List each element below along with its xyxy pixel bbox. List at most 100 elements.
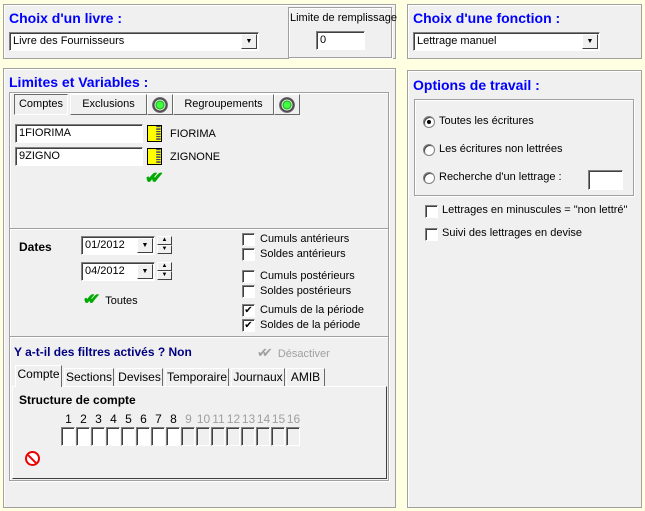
compte-from-name: FIORIMA bbox=[170, 128, 216, 140]
checkbox-5[interactable]: ✔ bbox=[242, 319, 255, 332]
fonction-select[interactable]: Lettrage manuel ▼ bbox=[413, 32, 600, 51]
checkbox-3[interactable] bbox=[242, 285, 255, 298]
structure-number: 6 bbox=[140, 412, 147, 426]
structure-segment-input bbox=[271, 427, 285, 446]
date-to-select[interactable]: 04/2012 ▼ bbox=[81, 262, 155, 281]
search-list-icon[interactable]: ≡ ≡ ≡ bbox=[147, 124, 162, 143]
checkbox-label[interactable]: Cumuls postérieurs bbox=[260, 270, 355, 282]
search-list-icon[interactable]: ≡ ≡ ≡ bbox=[147, 147, 162, 166]
option-checkbox-1[interactable] bbox=[425, 228, 438, 241]
checkbox-label[interactable]: Cumuls de la période bbox=[260, 304, 364, 316]
structure-number: 3 bbox=[95, 412, 102, 426]
structure-number: 14 bbox=[256, 412, 271, 426]
radio-label[interactable]: Recherche d'un lettrage : bbox=[439, 171, 562, 183]
structure-segment-input[interactable] bbox=[166, 427, 180, 446]
options-title: Options de travail : bbox=[413, 77, 540, 93]
radio-label[interactable]: Les écritures non lettrées bbox=[439, 143, 563, 155]
limite-label: Limite de remplissage bbox=[290, 12, 397, 24]
livre-panel: Choix d'un livre : Livre des Fournisseur… bbox=[3, 4, 397, 59]
limite-group: Limite de remplissage 0 bbox=[288, 7, 397, 58]
date-to-up[interactable]: ▲ bbox=[157, 262, 172, 271]
structure-segment-input[interactable] bbox=[76, 427, 90, 446]
checkbox-4[interactable]: ✔ bbox=[242, 304, 255, 317]
desactiver-button[interactable]: ✔✔ Désactiver bbox=[257, 345, 330, 361]
date-from-up[interactable]: ▲ bbox=[157, 236, 172, 245]
livre-select[interactable]: Livre des Fournisseurs ▼ bbox=[9, 32, 259, 51]
chevron-down-icon[interactable]: ▼ bbox=[582, 34, 598, 49]
structure-number: 10 bbox=[196, 412, 211, 426]
structure-number: 1 bbox=[65, 412, 72, 426]
structure-segment-input[interactable] bbox=[121, 427, 135, 446]
options-panel: Options de travail : bbox=[407, 70, 642, 508]
option-checkbox-0[interactable] bbox=[425, 205, 438, 218]
structure-segment-input bbox=[256, 427, 270, 446]
regroupements-status-button[interactable] bbox=[274, 94, 300, 115]
checkbox-0[interactable] bbox=[242, 233, 255, 246]
radio-1[interactable] bbox=[423, 144, 435, 156]
exclusions-status-button[interactable] bbox=[147, 94, 173, 115]
filter-tab-devises[interactable]: Devises bbox=[116, 368, 163, 386]
compte-to-input[interactable]: 9ZIGNO bbox=[15, 147, 143, 166]
structure-number: 4 bbox=[110, 412, 117, 426]
double-check-icon: ✔✔ bbox=[257, 345, 273, 360]
filter-tab-sections[interactable]: Sections bbox=[64, 368, 114, 386]
filter-tab-journaux[interactable]: Journaux bbox=[231, 368, 285, 386]
date-to-down[interactable]: ▼ bbox=[157, 271, 172, 280]
toutes-button[interactable]: ✔✔ Toutes bbox=[83, 290, 138, 308]
date-from-down[interactable]: ▼ bbox=[157, 245, 172, 254]
structure-number: 7 bbox=[155, 412, 162, 426]
structure-number: 2 bbox=[80, 412, 87, 426]
filter-tab-temporaire[interactable]: Temporaire bbox=[165, 368, 229, 386]
tab-comptes[interactable]: Comptes bbox=[14, 94, 68, 115]
checkbox-2[interactable] bbox=[242, 270, 255, 283]
checkbox-label[interactable]: Cumuls antérieurs bbox=[260, 233, 349, 245]
tab-exclusions-label: Exclusions bbox=[82, 98, 135, 110]
checkbox-label[interactable]: Soldes de la période bbox=[260, 319, 360, 331]
checkbox-label[interactable]: Soldes postérieurs bbox=[260, 285, 351, 297]
checkbox-label[interactable]: Soldes antérieurs bbox=[260, 248, 346, 260]
date-to-value: 04/2012 bbox=[85, 265, 125, 277]
structure-number: 13 bbox=[241, 412, 256, 426]
limite-input[interactable]: 0 bbox=[316, 31, 365, 50]
checkbox-1[interactable] bbox=[242, 248, 255, 261]
chevron-down-icon[interactable]: ▼ bbox=[137, 264, 153, 279]
double-check-icon: ✔✔ bbox=[83, 291, 100, 308]
structure-segment-input bbox=[226, 427, 240, 446]
structure-segment-input bbox=[196, 427, 210, 446]
structure-segment-input[interactable] bbox=[106, 427, 120, 446]
tab-regroupements[interactable]: Regroupements bbox=[173, 94, 274, 115]
compte-from-input[interactable]: 1FIORIMA bbox=[15, 124, 143, 143]
chevron-down-icon[interactable]: ▼ bbox=[241, 34, 257, 49]
filtres-status: Y a-t-il des filtres activés ? Non bbox=[14, 345, 192, 359]
structure-segment-input[interactable] bbox=[136, 427, 150, 446]
date-from-value: 01/2012 bbox=[85, 239, 125, 251]
chevron-down-icon[interactable]: ▼ bbox=[137, 238, 153, 253]
fonction-title: Choix d'une fonction : bbox=[413, 10, 561, 26]
structure-segment-input[interactable] bbox=[151, 427, 165, 446]
green-light-icon bbox=[152, 97, 168, 113]
radio-2[interactable] bbox=[423, 172, 435, 184]
livre-title: Choix d'un livre : bbox=[9, 10, 123, 26]
radio-0[interactable] bbox=[423, 116, 435, 128]
recherche-lettrage-input[interactable] bbox=[588, 170, 623, 190]
filter-tab-amib[interactable]: AMIB bbox=[286, 368, 325, 386]
structure-segment-input bbox=[241, 427, 255, 446]
structure-segment-input bbox=[211, 427, 225, 446]
livre-select-value: Livre des Fournisseurs bbox=[13, 35, 125, 47]
date-from-select[interactable]: 01/2012 ▼ bbox=[81, 236, 155, 255]
structure-label: Structure de compte bbox=[19, 393, 136, 407]
stop-icon[interactable] bbox=[25, 451, 40, 466]
structure-segment-input[interactable] bbox=[91, 427, 105, 446]
double-check-icon[interactable]: ✔✔ bbox=[145, 168, 164, 188]
green-light-icon bbox=[279, 97, 295, 113]
dates-label: Dates bbox=[19, 240, 52, 254]
option-checkbox-label[interactable]: Suivi des lettrages en devise bbox=[442, 227, 582, 239]
toutes-label: Toutes bbox=[105, 295, 138, 307]
structure-segment-input[interactable] bbox=[61, 427, 75, 446]
radio-label[interactable]: Toutes les écritures bbox=[439, 115, 534, 127]
filter-tab-compte[interactable]: Compte bbox=[15, 365, 62, 387]
option-checkbox-label[interactable]: Lettrages en minuscules = "non lettré" bbox=[442, 204, 627, 216]
limites-title: Limites et Variables : bbox=[9, 74, 149, 90]
tab-exclusions[interactable]: Exclusions bbox=[70, 94, 147, 115]
structure-number: 5 bbox=[125, 412, 132, 426]
